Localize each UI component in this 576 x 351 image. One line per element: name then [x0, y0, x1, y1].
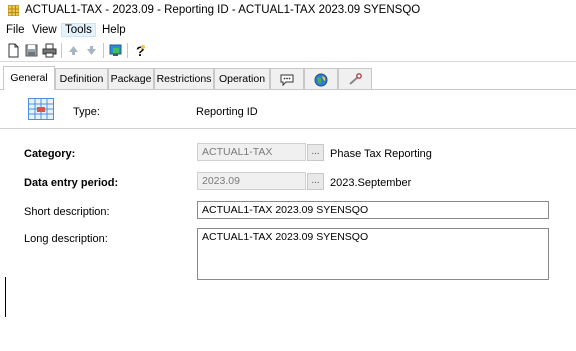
toolbar: ? — [0, 40, 576, 62]
toolbar-separator — [103, 43, 104, 58]
tab-general[interactable]: General — [3, 66, 55, 90]
tab-definition[interactable]: Definition — [55, 68, 108, 89]
toolbar-separator — [61, 43, 62, 58]
key-icon — [349, 73, 362, 85]
help-icon[interactable]: ? — [132, 43, 147, 58]
menu-file[interactable]: File — [3, 24, 28, 36]
menu-bar: File View Tools Help — [0, 22, 576, 40]
comment-icon — [280, 74, 294, 87]
category-field: ACTUAL1-TAX — [197, 143, 306, 161]
print-icon[interactable] — [42, 43, 57, 58]
type-label: Type: — [73, 106, 100, 118]
data-entry-period-field: 2023.09 — [197, 172, 306, 190]
menu-help[interactable]: Help — [99, 24, 129, 36]
tab-translations[interactable] — [304, 68, 338, 89]
category-label: Category: — [24, 148, 76, 160]
tab-package[interactable]: Package — [108, 68, 154, 89]
globe-icon — [314, 73, 328, 87]
tab-comments[interactable] — [270, 68, 304, 89]
new-document-icon[interactable] — [6, 43, 21, 58]
category-description: Phase Tax Reporting — [330, 148, 432, 160]
long-description-textarea[interactable]: ACTUAL1-TAX 2023.09 SYENSQO — [197, 228, 549, 280]
reporting-id-grid-icon — [28, 98, 54, 120]
period-description: 2023.September — [330, 177, 412, 189]
app-grid-icon — [8, 5, 19, 16]
short-description-input[interactable]: ACTUAL1-TAX 2023.09 SYENSQO — [197, 201, 549, 219]
window-title: ACTUAL1-TAX - 2023.09 - Reporting ID - A… — [25, 4, 421, 16]
long-description-label: Long description: — [24, 233, 108, 245]
title-bar: ACTUAL1-TAX - 2023.09 - Reporting ID - A… — [0, 0, 576, 22]
down-arrow-icon[interactable] — [84, 43, 99, 58]
menu-tools[interactable]: Tools — [61, 23, 96, 37]
window-edge — [5, 277, 6, 317]
type-value: Reporting ID — [196, 106, 258, 118]
tab-security[interactable] — [338, 68, 372, 89]
short-description-label: Short description: — [24, 206, 110, 218]
up-arrow-icon[interactable] — [66, 43, 81, 58]
tab-restrictions[interactable]: Restrictions — [154, 68, 214, 89]
period-browse-button[interactable]: ... — [307, 173, 324, 190]
toolbar-separator — [127, 43, 128, 58]
tab-operation[interactable]: Operation — [214, 68, 270, 89]
menu-view[interactable]: View — [29, 24, 60, 36]
category-browse-button[interactable]: ... — [307, 144, 324, 161]
save-icon[interactable] — [24, 43, 39, 58]
tab-bar: General Definition Package Restrictions … — [0, 64, 576, 90]
data-entry-period-label: Data entry period: — [24, 177, 119, 189]
section-divider — [0, 128, 576, 129]
transfer-icon[interactable] — [108, 43, 123, 58]
